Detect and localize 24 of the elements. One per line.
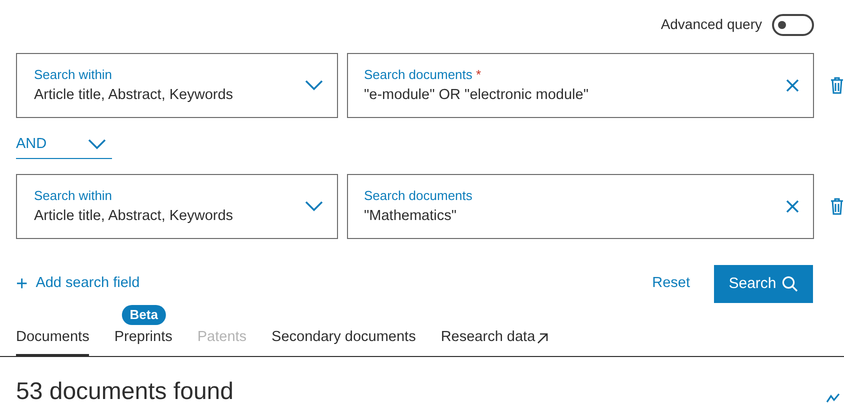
tab[interactable]: Preprints xyxy=(114,327,172,356)
beta-badge: Beta xyxy=(122,305,166,326)
field-label: Search within xyxy=(34,186,112,204)
operator-dropdown[interactable]: AND xyxy=(16,132,112,160)
results-count: 53 documents found xyxy=(16,377,234,403)
tab[interactable]: Research data xyxy=(440,327,548,356)
search-documents-field[interactable]: Search documents "Mathematics" xyxy=(347,174,814,239)
field-label: Search documents * xyxy=(364,66,482,84)
search-button[interactable]: Search xyxy=(714,265,813,303)
field-value: Article title, Abstract, Keywords xyxy=(34,206,234,226)
field-label: Search documents xyxy=(364,186,472,204)
tab[interactable]: Documents xyxy=(16,327,90,356)
field-value: Article title, Abstract, Keywords xyxy=(34,86,234,104)
search-within-dropdown[interactable]: Search within Article title, Abstract, Keywords xyxy=(16,53,338,118)
field-value: "Mathematics" xyxy=(364,206,458,226)
add-search-field-link[interactable]: + Add search field xyxy=(16,269,140,299)
tab[interactable]: Secondary documents xyxy=(272,327,416,356)
field-label: Search within xyxy=(34,66,112,84)
search-within-dropdown[interactable]: Search within Article title, Abstract, Keywords xyxy=(16,174,338,239)
reset-link[interactable]: Reset xyxy=(652,273,690,295)
advanced-query-label: Advanced query xyxy=(660,15,762,34)
search-documents-field[interactable]: Search documents * "e-module" OR "electronic module" xyxy=(347,53,814,118)
tab: Patents xyxy=(197,327,247,356)
field-value: "e-module" OR "electronic module" xyxy=(364,86,590,104)
